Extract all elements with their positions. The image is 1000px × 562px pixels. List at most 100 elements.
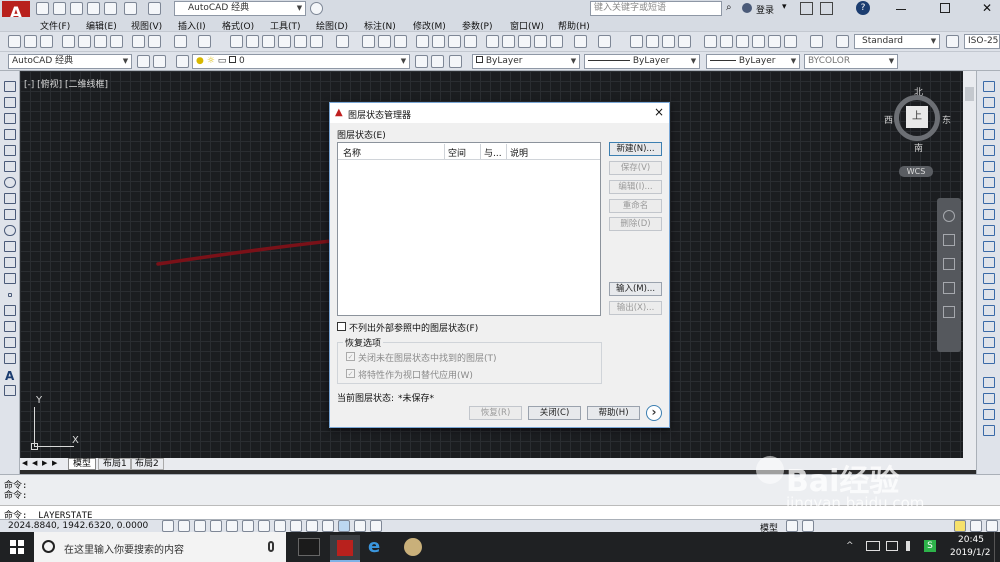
redo-icon[interactable]: [198, 35, 211, 48]
plotstyle-select[interactable]: BYCOLOR ▼: [804, 54, 898, 69]
workspace-select[interactable]: AutoCAD 经典 ▼: [174, 1, 306, 16]
pan-icon[interactable]: [230, 35, 243, 48]
layer-previous-icon[interactable]: [431, 55, 444, 68]
volume-icon[interactable]: [906, 541, 916, 551]
publish-icon[interactable]: [448, 35, 461, 48]
cut-icon[interactable]: [486, 35, 499, 48]
polar-icon[interactable]: [226, 520, 238, 532]
restore-icon[interactable]: [940, 3, 950, 13]
line-icon[interactable]: [4, 81, 16, 92]
ellipse-icon[interactable]: [4, 225, 16, 236]
minimize-icon[interactable]: [896, 9, 906, 10]
stretch-icon[interactable]: [983, 209, 995, 220]
export-button[interactable]: 输出(X)...: [609, 301, 662, 315]
tray-chevron-icon[interactable]: ^: [846, 541, 854, 551]
plot-icon[interactable]: [62, 35, 75, 48]
edge-icon[interactable]: e: [368, 538, 386, 556]
text-style-icon[interactable]: [836, 35, 849, 48]
layer-states-list[interactable]: 名称 空间 与... 说明: [337, 142, 601, 316]
markup-icon[interactable]: [768, 35, 781, 48]
dropdown-arrow-icon[interactable]: ▾: [782, 2, 794, 14]
table-icon[interactable]: [4, 353, 16, 364]
transparency-icon[interactable]: [338, 520, 350, 532]
save-as-icon[interactable]: [87, 2, 100, 15]
zoom-previous-icon[interactable]: [678, 35, 691, 48]
lineweight-select[interactable]: ByLayer ▼: [706, 54, 800, 69]
extend-icon[interactable]: [983, 241, 995, 252]
edit-polyline-icon[interactable]: [983, 353, 995, 364]
trim-icon[interactable]: [983, 225, 995, 236]
dim-style-icon[interactable]: [946, 35, 959, 48]
copy-object-icon[interactable]: [983, 97, 995, 108]
autocad-taskbar-icon[interactable]: [330, 535, 360, 562]
blend-icon[interactable]: [983, 321, 995, 332]
search-icon[interactable]: ⌕: [726, 2, 738, 14]
3d-print-icon[interactable]: [464, 35, 477, 48]
selection-cycling-icon[interactable]: [370, 520, 382, 532]
zoom-window-icon[interactable]: [662, 35, 675, 48]
properties-icon[interactable]: [704, 35, 717, 48]
polygon-icon[interactable]: [4, 129, 16, 140]
exchange-icon[interactable]: [800, 2, 813, 15]
gradient-icon[interactable]: [4, 321, 16, 332]
window-close-icon[interactable]: ✕: [982, 1, 992, 15]
region-icon[interactable]: [4, 337, 16, 348]
column-description[interactable]: 说明: [510, 146, 528, 159]
hatch-icon[interactable]: [4, 305, 16, 316]
quick-view-layouts-icon[interactable]: [786, 520, 798, 532]
show-desktop-button[interactable]: [994, 532, 1000, 562]
properties-icon[interactable]: [262, 35, 275, 48]
windows-start-icon[interactable]: [10, 540, 24, 554]
rectangle-icon[interactable]: [4, 145, 16, 156]
mirror-icon[interactable]: [983, 113, 995, 124]
rotate-icon[interactable]: [983, 177, 995, 188]
color-select[interactable]: ByLayer ▼: [472, 54, 580, 69]
calculator-icon[interactable]: [784, 35, 797, 48]
help-icon[interactable]: [336, 35, 349, 48]
vertical-scrollbar[interactable]: [963, 71, 976, 458]
offset-icon[interactable]: [983, 129, 995, 140]
column-same[interactable]: 与...: [484, 146, 502, 159]
save-icon[interactable]: [394, 35, 407, 48]
column-space[interactable]: 空间: [448, 146, 466, 159]
gear-icon[interactable]: [137, 55, 150, 68]
login-link[interactable]: 登录: [756, 3, 774, 16]
save-button[interactable]: 保存(V): [609, 161, 662, 175]
circle-icon[interactable]: [4, 177, 16, 188]
join-icon[interactable]: [983, 273, 995, 284]
mtext-icon[interactable]: A: [5, 369, 14, 383]
match-properties-icon[interactable]: [534, 35, 547, 48]
taskbar-time[interactable]: 20:45: [958, 535, 984, 545]
array-icon[interactable]: [983, 145, 995, 156]
tab-model[interactable]: 模型: [68, 458, 97, 470]
restore-opt2-label[interactable]: 将特性作为视口替代应用(W): [358, 368, 473, 381]
restore-button[interactable]: 恢复(R): [469, 406, 522, 420]
command-input[interactable]: 命令: _LAYERSTATE: [0, 505, 1000, 521]
quick-view-drawings-icon[interactable]: [802, 520, 814, 532]
tool-palette-icon[interactable]: [294, 35, 307, 48]
dim-style-select[interactable]: ISO-25: [964, 34, 1000, 49]
search-input[interactable]: 键入关键字或短语: [590, 1, 722, 16]
osnap-icon[interactable]: [242, 520, 254, 532]
copy-icon[interactable]: [502, 35, 515, 48]
microphone-icon[interactable]: [268, 541, 274, 552]
infer-constraints-icon[interactable]: [162, 520, 174, 532]
sheet-set-icon[interactable]: [752, 35, 765, 48]
draw-order-icon[interactable]: [983, 377, 995, 388]
fillet-icon[interactable]: [983, 305, 995, 316]
import-button[interactable]: 输入(M)...: [609, 282, 662, 296]
close-button[interactable]: 关闭(C): [528, 406, 581, 420]
undo-icon[interactable]: [174, 35, 187, 48]
xref-checkbox[interactable]: [337, 322, 346, 331]
insert-block-icon[interactable]: [4, 257, 16, 268]
new-file-icon[interactable]: [36, 2, 49, 15]
redo-icon[interactable]: [148, 2, 161, 15]
arc-icon[interactable]: [4, 161, 16, 172]
print-icon[interactable]: [104, 2, 117, 15]
open-icon[interactable]: [24, 35, 37, 48]
lineweight-icon[interactable]: [322, 520, 334, 532]
pan-icon[interactable]: [630, 35, 643, 48]
explode-icon[interactable]: [983, 337, 995, 348]
move-icon[interactable]: [983, 161, 995, 172]
plot-icon[interactable]: [416, 35, 429, 48]
